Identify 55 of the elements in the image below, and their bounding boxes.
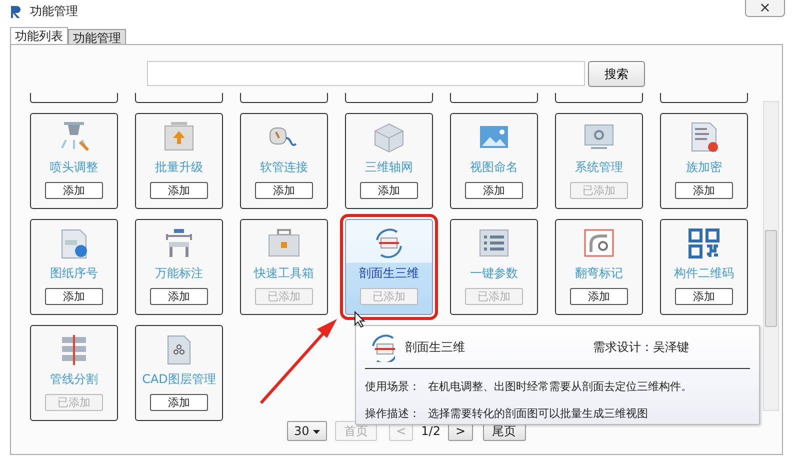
feature-name: 图纸序号 — [50, 265, 98, 282]
feature-card[interactable]: 三维轴网 添加 — [345, 113, 433, 209]
add-button[interactable]: 添加 — [360, 182, 418, 199]
window-title: 功能管理 — [30, 3, 78, 20]
feature-name: 快速工具箱 — [254, 265, 314, 282]
feature-name: 系统管理 — [575, 159, 623, 176]
feature-name: 剖面生三维 — [359, 265, 419, 282]
page-size-dropdown[interactable]: 30 — [287, 421, 328, 441]
feature-card[interactable]: 软管连接 添加 — [240, 113, 328, 209]
feature-card[interactable]: CAD图层管理 添加 — [135, 325, 223, 421]
feature-name: 一键参数 — [470, 265, 518, 282]
add-button[interactable]: 添加 — [255, 182, 313, 199]
add-button[interactable]: 添加 — [675, 182, 733, 199]
field-label: 使用场景： — [365, 379, 420, 395]
feature-name: CAD图层管理 — [142, 371, 216, 388]
add-button[interactable]: 添加 — [675, 288, 733, 305]
feature-name: 万能标注 — [155, 265, 203, 282]
feature-card[interactable]: 视图命名 添加 — [450, 113, 538, 209]
scrollbar-thumb[interactable] — [765, 230, 777, 327]
search-field[interactable] — [147, 61, 585, 86]
feature-name: 三维轴网 — [365, 159, 413, 176]
feature-card[interactable]: 构件二维码 添加 — [660, 219, 748, 315]
search-button[interactable]: 搜索 — [588, 61, 645, 87]
add-button[interactable]: 添加 — [150, 182, 208, 199]
app-logo-icon — [10, 4, 22, 18]
add-button[interactable]: 添加 — [150, 394, 208, 411]
scrollbar[interactable] — [763, 101, 779, 411]
tooltip-title: 剖面生三维 — [405, 339, 465, 356]
feature-name: 翻弯标记 — [575, 265, 623, 282]
add-button[interactable]: 添加 — [45, 182, 103, 199]
feature-card[interactable]: 翻弯标记 添加 — [555, 219, 643, 315]
page-indicator: 1/2 — [421, 423, 440, 440]
feature-card[interactable]: 喷头调整 添加 — [30, 113, 118, 209]
feature-name: 喷头调整 — [50, 159, 98, 176]
feature-card[interactable]: 族加密 添加 — [660, 113, 748, 209]
add-button[interactable]: 添加 — [45, 288, 103, 305]
feature-card[interactable]: 批量升级 添加 — [135, 113, 223, 209]
feature-name: 视图命名 — [470, 159, 518, 176]
add-button[interactable]: 添加 — [150, 288, 208, 305]
cursor-icon — [354, 311, 366, 328]
caret-icon — [313, 430, 320, 434]
feature-name: 批量升级 — [155, 159, 203, 176]
feature-name: 族加密 — [686, 159, 722, 176]
feature-name: 软管连接 — [260, 159, 308, 176]
close-button[interactable]: × — [745, 0, 785, 17]
feature-name: 构件二维码 — [674, 265, 734, 282]
add-button[interactable]: 添加 — [570, 288, 628, 305]
feature-card[interactable]: 图纸序号 添加 — [30, 219, 118, 315]
designer-credit: 需求设计：吴泽键 — [593, 339, 689, 356]
field-text: 选择需要转化的剖面图可以批量生成三维视图 — [428, 406, 648, 422]
field-text: 在机电调整、出图时经常需要从剖面去定位三维构件。 — [428, 379, 692, 395]
field-label: 操作描述： — [365, 406, 420, 422]
feature-name: 管线分割 — [50, 371, 98, 388]
feature-card[interactable]: 万能标注 添加 — [135, 219, 223, 315]
add-button[interactable]: 添加 — [465, 182, 523, 199]
